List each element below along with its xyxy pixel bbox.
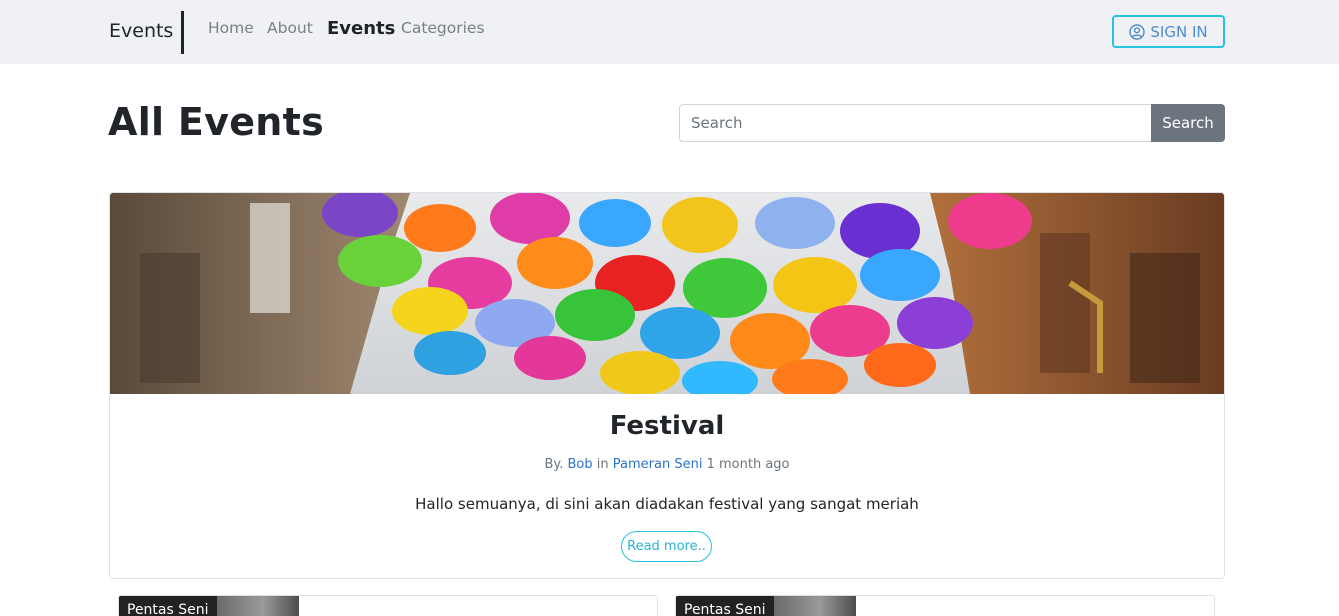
meta-by-prefix: By. (544, 457, 564, 472)
event-card[interactable]: Pentas Seni (675, 595, 1215, 616)
sign-in-button[interactable]: SIGN IN (1112, 15, 1225, 48)
brand-link[interactable]: Events (109, 20, 173, 42)
meta-time-ago: 1 month ago (706, 457, 790, 472)
brand-divider (181, 11, 184, 54)
author-link[interactable]: Bob (568, 457, 593, 472)
nav-link-categories[interactable]: Categories (401, 19, 485, 37)
page-title: All Events (108, 100, 325, 144)
category-link[interactable]: Pameran Seni (613, 457, 703, 472)
nav-link-home[interactable]: Home (208, 19, 254, 37)
read-more-button[interactable]: Read more.. (621, 531, 712, 562)
navbar: Events Home About Events Categories SIGN… (0, 0, 1339, 64)
user-circle-icon (1129, 23, 1146, 40)
search-button[interactable]: Search (1151, 104, 1225, 142)
featured-event-card: Festival By. Bob in Pameran Seni 1 month… (109, 192, 1225, 579)
category-badge: Pentas Seni (119, 596, 217, 616)
event-description: Hallo semuanya, di sini akan diadakan fe… (415, 495, 919, 513)
category-badge: Pentas Seni (676, 596, 774, 616)
meta-in-word: in (596, 457, 609, 472)
event-meta: By. Bob in Pameran Seni 1 month ago (110, 457, 1224, 472)
nav-link-events[interactable]: Events (327, 18, 395, 39)
nav-link-about[interactable]: About (267, 19, 313, 37)
sign-in-label: SIGN IN (1150, 22, 1208, 41)
search-input[interactable] (679, 104, 1152, 142)
event-card[interactable]: Pentas Seni (118, 595, 658, 616)
event-image-umbrellas (110, 193, 1224, 394)
event-title: Festival (609, 411, 725, 441)
